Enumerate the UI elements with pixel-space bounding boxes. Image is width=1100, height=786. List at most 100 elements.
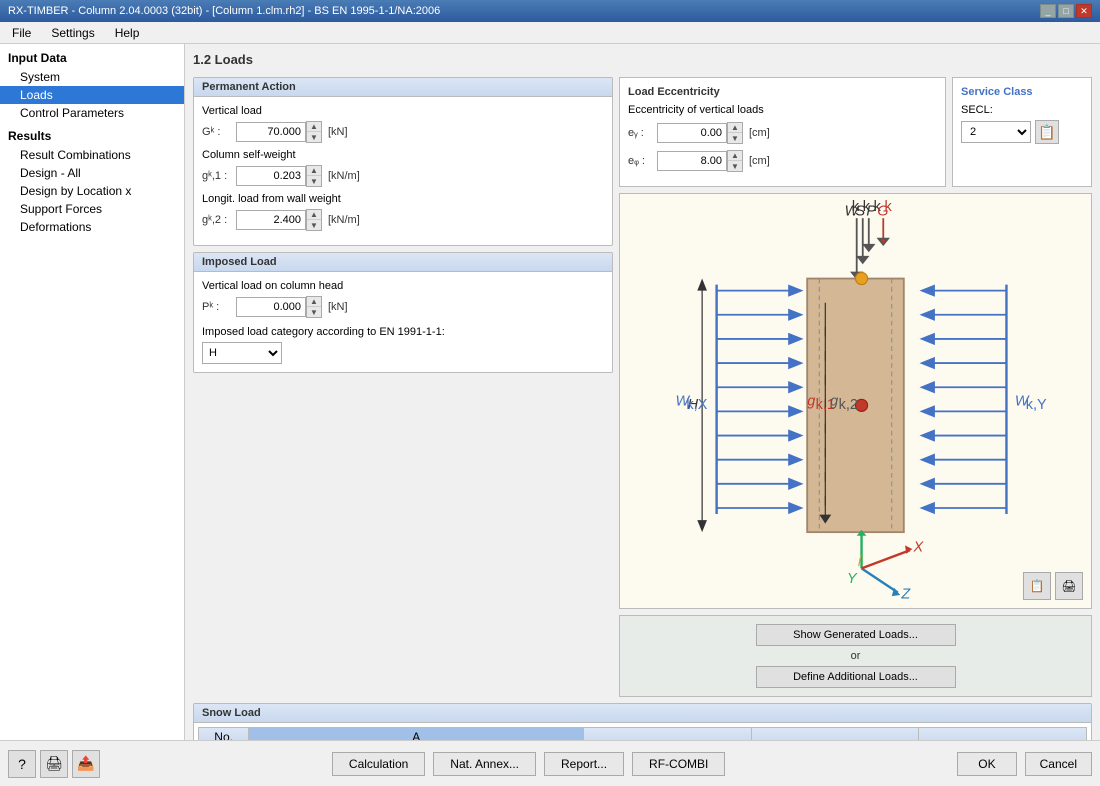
svg-text:g: g [807, 393, 815, 409]
define-additional-loads-button[interactable]: Define Additional Loads... [756, 666, 956, 688]
title-bar: RX-TIMBER - Column 2.04.0003 (32bit) - [… [0, 0, 1100, 22]
menu-settings[interactable]: Settings [43, 24, 102, 42]
column-visualization: H [619, 193, 1092, 609]
viz-icon-1[interactable]: 📋 [1023, 572, 1051, 600]
calculation-button[interactable]: Calculation [332, 752, 425, 776]
ey-input[interactable]: 0.00 [657, 123, 727, 143]
snow-col-b-header [584, 727, 752, 740]
ey-down[interactable]: ▼ [728, 133, 742, 143]
bottom-icons: ? 🖨 📤 [8, 750, 100, 778]
svg-text:k,X: k,X [686, 397, 707, 413]
snow-col-d-header [919, 727, 1087, 740]
pk-unit: [kN] [328, 301, 348, 313]
main-layout: Input Data System Loads Control Paramete… [0, 44, 1100, 740]
rf-combi-button[interactable]: RF-COMBI [632, 752, 725, 776]
pk-input[interactable]: 0.000 [236, 297, 306, 317]
permanent-action-panel: Permanent Action Vertical load Gᵏ : 70.0… [193, 77, 613, 246]
sidebar-item-support-forces[interactable]: Support Forces [0, 200, 184, 218]
gk-up[interactable]: ▲ [307, 122, 321, 132]
sidebar-item-design-all[interactable]: Design - All [0, 164, 184, 182]
gk1-down[interactable]: ▼ [307, 176, 321, 186]
ok-button[interactable]: OK [957, 752, 1016, 776]
gk1-input[interactable]: 0.203 [236, 166, 306, 186]
menu-file[interactable]: File [4, 24, 39, 42]
gk-input[interactable]: 70.000 [236, 122, 306, 142]
column-viz-svg: H [620, 194, 1091, 605]
minimize-button[interactable]: _ [1040, 4, 1056, 18]
ey-up[interactable]: ▲ [728, 123, 742, 133]
ey-label: eᵧ : [628, 127, 653, 139]
show-generated-loads-button[interactable]: Show Generated Loads... [756, 624, 956, 646]
secl-info-button[interactable]: 📋 [1035, 120, 1059, 144]
vertical-loads-label: Eccentricity of vertical loads [628, 104, 937, 116]
ey-unit: [cm] [749, 127, 770, 139]
snow-load-table: No. A LC Description Sk [kN] [198, 727, 1087, 740]
sidebar-item-result-combinations[interactable]: Result Combinations [0, 146, 184, 164]
gk1-up[interactable]: ▲ [307, 166, 321, 176]
sidebar-results-label: Results [0, 126, 184, 146]
imposed-load-panel: Imposed Load Vertical load on column hea… [193, 252, 613, 373]
sidebar-item-loads[interactable]: Loads [0, 86, 184, 104]
eccentricity-title: Load Eccentricity [628, 86, 937, 98]
sidebar: Input Data System Loads Control Paramete… [0, 44, 185, 740]
title-text: RX-TIMBER - Column 2.04.0003 (32bit) - [… [8, 5, 440, 17]
sidebar-item-control[interactable]: Control Parameters [0, 104, 184, 122]
maximize-button[interactable]: □ [1058, 4, 1074, 18]
service-class-title: Service Class [961, 86, 1083, 98]
menu-help[interactable]: Help [107, 24, 148, 42]
gk2-input[interactable]: 2.400 [236, 210, 306, 230]
svg-text:X: X [912, 539, 924, 555]
category-select[interactable]: H A B C D E [202, 342, 282, 364]
svg-text:k,Y: k,Y [1026, 397, 1047, 413]
page-title: 1.2 Loads [193, 52, 1092, 67]
load-buttons-area: Show Generated Loads... or Define Additi… [619, 615, 1092, 697]
svg-text:k: k [884, 199, 892, 215]
export-icon[interactable]: 📤 [72, 750, 100, 778]
ez-input[interactable]: 8.00 [657, 151, 727, 171]
viz-icon-2[interactable]: 🖨 [1055, 572, 1083, 600]
snow-load-header: Snow Load [194, 704, 1091, 723]
vertical-load-column-label: Vertical load on column head [202, 280, 604, 292]
sidebar-item-design-location[interactable]: Design by Location x [0, 182, 184, 200]
pk-up[interactable]: ▲ [307, 297, 321, 307]
ez-label: eᵩ : [628, 155, 653, 167]
gk1-label: gᵏ,1 : [202, 170, 232, 182]
help-icon[interactable]: ? [8, 750, 36, 778]
service-class-panel: Service Class SECL: 1 2 3 📋 [952, 77, 1092, 187]
close-button[interactable]: ✕ [1076, 4, 1092, 18]
gk2-down[interactable]: ▼ [307, 220, 321, 230]
secl-label: SECL: [961, 104, 1083, 116]
gk-label: Gᵏ : [202, 126, 232, 138]
ez-down[interactable]: ▼ [728, 161, 742, 171]
gk2-unit: [kN/m] [328, 214, 360, 226]
gk1-unit: [kN/m] [328, 170, 360, 182]
svg-text:k,2: k,2 [839, 397, 858, 413]
secl-select[interactable]: 1 2 3 [961, 121, 1031, 143]
ez-unit: [cm] [749, 155, 770, 167]
gk-down[interactable]: ▼ [307, 132, 321, 142]
gk2-up[interactable]: ▲ [307, 210, 321, 220]
pk-down[interactable]: ▼ [307, 307, 321, 317]
gk2-label: gᵏ,2 : [202, 214, 232, 226]
snow-load-panel: Snow Load No. A LC Description [193, 703, 1092, 740]
sidebar-item-system[interactable]: System [0, 68, 184, 86]
window-controls: _ □ ✕ [1040, 4, 1092, 18]
bottom-bar: ? 🖨 📤 Calculation Nat. Annex... Report..… [0, 740, 1100, 786]
menu-bar: File Settings Help [0, 22, 1100, 44]
imposed-load-header: Imposed Load [194, 253, 612, 272]
snow-col-a-header: A [249, 727, 584, 740]
category-label: Imposed load category according to EN 19… [202, 326, 604, 338]
or-text: or [851, 650, 861, 662]
pk-label: Pᵏ : [202, 301, 232, 313]
content-area: 1.2 Loads Permanent Action Vertical load… [185, 44, 1100, 740]
nat-annex-button[interactable]: Nat. Annex... [433, 752, 536, 776]
report-button[interactable]: Report... [544, 752, 624, 776]
sidebar-item-deformations[interactable]: Deformations [0, 218, 184, 236]
cancel-button[interactable]: Cancel [1025, 752, 1092, 776]
ez-up[interactable]: ▲ [728, 151, 742, 161]
snow-col-no: No. [199, 727, 249, 740]
gk-unit: [kN] [328, 126, 348, 138]
print-icon[interactable]: 🖨 [40, 750, 68, 778]
svg-text:Y: Y [847, 571, 858, 587]
column-self-weight-label: Column self-weight [202, 149, 604, 161]
